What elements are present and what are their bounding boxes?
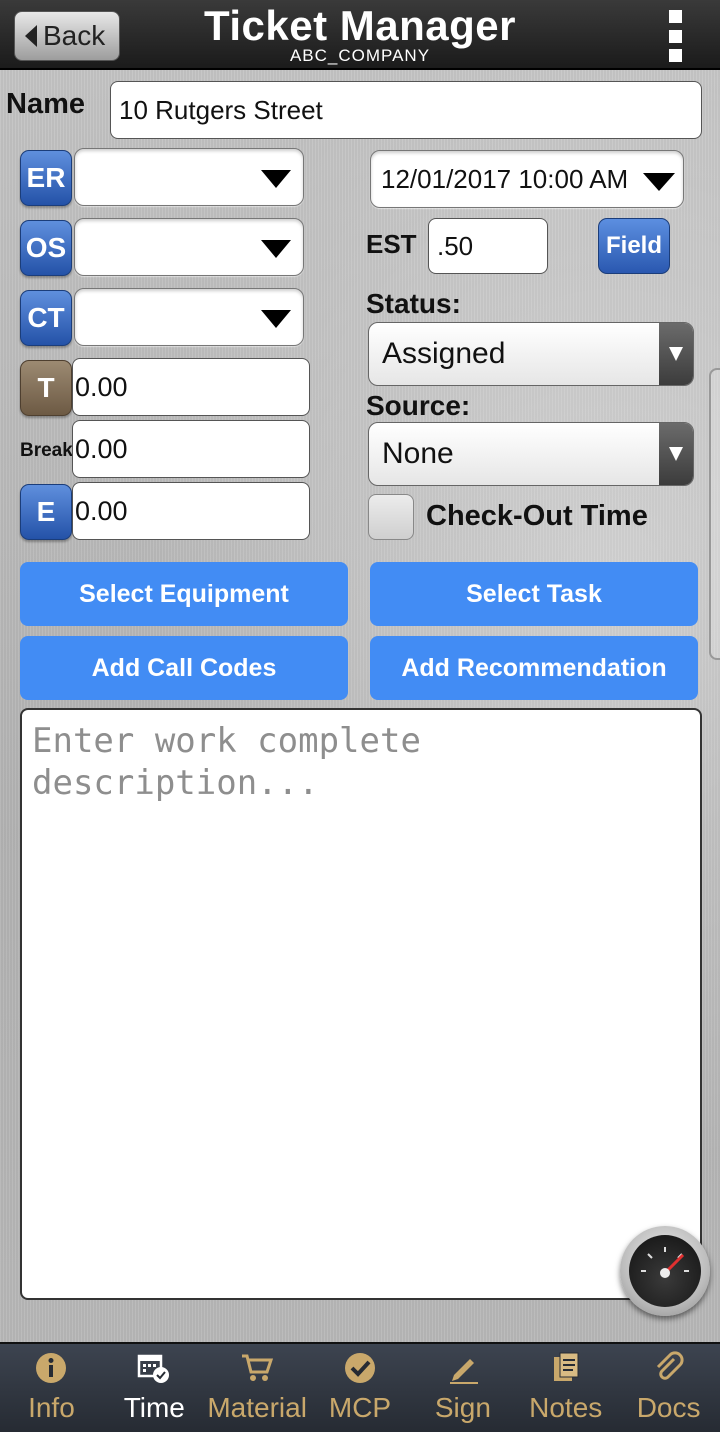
- pen-icon: [446, 1348, 480, 1388]
- cart-icon: [240, 1348, 274, 1388]
- source-label: Source:: [366, 390, 471, 421]
- est-input[interactable]: .50: [428, 218, 548, 274]
- chevron-down-icon: [261, 170, 291, 188]
- nav-item-docs[interactable]: Docs: [617, 1344, 720, 1432]
- break-label: Break: [20, 440, 73, 461]
- bottom-nav: Info Time Material MCP Sign Notes Docs: [0, 1342, 720, 1432]
- select-equipment-button[interactable]: Select Equipment: [20, 562, 348, 626]
- company-name: ABC_COMPANY: [289, 46, 431, 65]
- er-badge: ER: [20, 150, 72, 206]
- nav-item-material[interactable]: Material: [206, 1344, 309, 1432]
- e-input[interactable]: 0.00: [72, 482, 310, 540]
- break-input[interactable]: 0.00: [72, 420, 310, 478]
- t-badge: T: [20, 360, 72, 416]
- checkout-label: Check-Out Time: [426, 500, 648, 532]
- check-circle-icon: [343, 1348, 377, 1388]
- nav-item-notes[interactable]: Notes: [514, 1344, 617, 1432]
- add-recommendation-button[interactable]: Add Recommendation: [370, 636, 698, 700]
- nav-label: Info: [28, 1392, 75, 1423]
- select-arrow-icon: [659, 323, 693, 385]
- nav-label: Sign: [434, 1392, 491, 1423]
- app-title: Ticket Manager: [203, 2, 516, 49]
- nav-item-info[interactable]: Info: [0, 1344, 103, 1432]
- os-badge: OS: [20, 220, 72, 276]
- work-description-textarea[interactable]: Enter work complete description...: [20, 708, 702, 1300]
- status-select[interactable]: Assigned: [368, 322, 694, 386]
- nav-item-mcp[interactable]: MCP: [309, 1344, 412, 1432]
- nav-label: Material: [207, 1392, 307, 1423]
- calendar-clock-icon: [136, 1348, 172, 1388]
- select-arrow-icon: [659, 423, 693, 485]
- app-header: Back Ticket Manager ABC_COMPANY: [0, 0, 720, 70]
- os-dropdown[interactable]: [74, 218, 304, 276]
- e-badge: E: [20, 484, 72, 540]
- select-task-button[interactable]: Select Task: [370, 562, 698, 626]
- name-label: Name: [6, 88, 85, 120]
- nav-label: MCP: [328, 1392, 392, 1423]
- nav-label: Time: [123, 1392, 185, 1423]
- chevron-down-icon: [261, 240, 291, 258]
- speedometer-icon[interactable]: [620, 1226, 710, 1316]
- nav-label: Notes: [529, 1392, 603, 1423]
- kebab-menu-icon[interactable]: [664, 10, 686, 62]
- chevron-down-icon: [261, 310, 291, 328]
- paperclip-icon: [652, 1348, 686, 1388]
- name-input[interactable]: 10 Rutgers Street: [110, 81, 702, 139]
- source-select[interactable]: None: [368, 422, 694, 486]
- add-call-codes-button[interactable]: Add Call Codes: [20, 636, 348, 700]
- field-button[interactable]: Field: [598, 218, 670, 274]
- ct-dropdown[interactable]: [74, 288, 304, 346]
- nav-label: Docs: [636, 1392, 701, 1423]
- datetime-value: 12/01/2017 10:00 AM: [381, 163, 629, 194]
- scrollbar[interactable]: [709, 368, 720, 660]
- ct-badge: CT: [20, 290, 72, 346]
- datetime-dropdown[interactable]: 12/01/2017 10:00 AM: [370, 150, 684, 208]
- notes-icon: [551, 1348, 581, 1388]
- nav-item-time[interactable]: Time: [103, 1344, 206, 1432]
- info-icon: [34, 1348, 68, 1388]
- status-value: Assigned: [382, 337, 506, 370]
- nav-item-sign[interactable]: Sign: [411, 1344, 514, 1432]
- chevron-down-icon: [643, 173, 675, 191]
- status-label: Status:: [366, 288, 461, 319]
- checkout-checkbox[interactable]: [368, 494, 414, 540]
- est-label: EST: [366, 229, 417, 259]
- source-value: None: [382, 437, 454, 470]
- er-dropdown[interactable]: [74, 148, 304, 206]
- t-input[interactable]: 0.00: [72, 358, 310, 416]
